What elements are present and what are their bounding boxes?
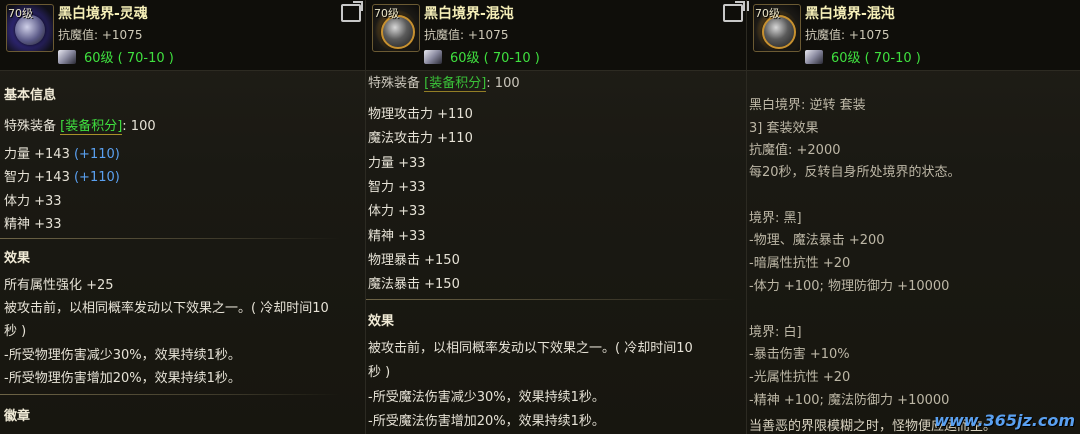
- special-equip-line: 特殊装备 [装备积分]: 100: [368, 72, 520, 92]
- line-label: 特殊装备: [4, 119, 61, 134]
- stat-line: 力量 +143 (+110): [4, 143, 120, 162]
- stat-text: 智力 +143: [4, 170, 74, 185]
- level-badge: 70级: [755, 7, 780, 20]
- stat-line: 精神 +33: [368, 229, 426, 244]
- effect-line: -所受物理伤害减少30%，效果持续1秒。: [4, 348, 241, 363]
- set-line: -精神 +100; 魔法防御力 +10000: [749, 393, 950, 408]
- set-line: -物理、魔法暴击 +200: [749, 233, 885, 248]
- resist-value: 抗魔值: +1075: [58, 28, 143, 42]
- special-equip-line: 特殊装备 [装备积分]: 100: [4, 115, 156, 135]
- stat-line: 魔法攻击力 +110: [368, 131, 473, 146]
- item-icon[interactable]: 70级: [372, 4, 420, 52]
- effect-line: -所受魔法伤害减少30%，效果持续1秒。: [368, 390, 605, 405]
- level-text: 60级 ( 70-10 ): [84, 51, 174, 66]
- stat-line: 物理暴击 +150: [368, 253, 460, 268]
- item-icon[interactable]: 70级: [753, 4, 801, 52]
- gem-icon: [805, 49, 823, 64]
- stat-line: 魔法暴击 +150: [368, 277, 460, 292]
- effect-line: -所受物理伤害增加20%，效果持续1秒。: [4, 371, 241, 386]
- set-line: -光属性抗性 +20: [749, 370, 851, 385]
- section-basic-info: 基本信息: [4, 88, 57, 103]
- effect-line: 所有属性强化 +25: [4, 278, 114, 293]
- line-label: 特殊装备: [368, 76, 425, 91]
- level-row: 60级 ( 70-10 ): [58, 46, 174, 66]
- stat-line: 物理攻击力 +110: [368, 107, 473, 122]
- section-emblem: 徽章: [4, 409, 31, 424]
- stat-line: 体力 +33: [368, 204, 426, 219]
- item-title: 黑白境界-灵魂: [58, 6, 148, 22]
- divider: [0, 394, 340, 395]
- gem-icon: [58, 49, 76, 64]
- set-line: -体力 +100; 物理防御力 +10000: [749, 279, 950, 294]
- item-tooltip-linghun: 70级 黑白境界-灵魂 抗魔值: +1075 60级 ( 70-10 ) 基本信…: [0, 0, 365, 434]
- line-value: : 100: [486, 76, 520, 91]
- stat-line: 体力 +33: [4, 194, 62, 209]
- level-row: 60级 ( 70-10 ): [805, 46, 921, 66]
- stat-line: 智力 +33: [368, 180, 426, 195]
- stat-bonus: (+110): [73, 147, 120, 162]
- item-icon[interactable]: 70级: [6, 4, 54, 52]
- level-text: 60级 ( 70-10 ): [450, 51, 540, 66]
- set-line: -暴击伤害 +10%: [749, 347, 850, 362]
- share-icon[interactable]: [723, 1, 745, 22]
- tooltip-header: 70级 黑白境界-灵魂 抗魔值: +1075 60级 ( 70-10 ): [0, 0, 365, 71]
- tooltip-header: 70级 黑白境界-混沌 抗魔值: +1075 60级 ( 70-10 ): [747, 0, 1080, 71]
- effect-line: 被攻击前，以相同概率发动以下效果之一。( 冷却时间10: [4, 301, 329, 316]
- level-text: 60级 ( 70-10 ): [831, 51, 921, 66]
- resist-value: 抗魔值: +1075: [805, 28, 890, 42]
- divider: [0, 238, 340, 239]
- share-icon[interactable]: [747, 1, 749, 11]
- divider: [366, 299, 736, 300]
- item-tooltip-hundun-2: 70级 黑白境界-混沌 抗魔值: +1075 60级 ( 70-10 ) 黑白境…: [746, 0, 1080, 434]
- effect-line: 被攻击前，以相同概率发动以下效果之一。( 冷却时间10: [368, 341, 693, 356]
- line-value: : 100: [122, 119, 156, 134]
- tooltip-header: 70级 黑白境界-混沌 抗魔值: +1075 60级 ( 70-10 ): [366, 0, 747, 71]
- equip-score-tag[interactable]: [装备积分]: [424, 76, 487, 92]
- effect-line: -所受魔法伤害增加20%，效果持续1秒。: [368, 414, 605, 429]
- resist-value: 抗魔值: +1075: [424, 28, 509, 42]
- set-effect-header: 3] 套装效果: [749, 121, 819, 136]
- set-name: 黑白境界: 逆转 套装: [749, 98, 866, 113]
- stat-line: 力量 +33: [368, 156, 426, 171]
- set-line: -暗属性抗性 +20: [749, 256, 851, 271]
- stat-bonus: (+110): [73, 170, 120, 185]
- level-badge: 70级: [8, 7, 33, 20]
- item-title: 黑白境界-混沌: [424, 6, 514, 22]
- level-row: 60级 ( 70-10 ): [424, 46, 540, 66]
- effect-line: 秒 ): [4, 324, 27, 339]
- stat-line: 智力 +143 (+110): [4, 166, 120, 185]
- set-line: 每20秒，反转自身所处境界的状态。: [749, 165, 961, 180]
- watermark: www.365jz.com: [934, 411, 1075, 430]
- state-black-header: 境界: 黑]: [749, 211, 802, 226]
- gem-icon: [424, 49, 442, 64]
- stat-text: 力量 +143: [4, 147, 74, 162]
- section-effect: 效果: [4, 251, 31, 266]
- stat-line: 精神 +33: [4, 217, 62, 232]
- state-white-header: 境界: 白]: [749, 325, 802, 340]
- item-title: 黑白境界-混沌: [805, 6, 895, 22]
- set-line: 抗魔值: +2000: [749, 143, 841, 158]
- equip-score-tag[interactable]: [装备积分]: [60, 119, 123, 135]
- level-badge: 70级: [374, 7, 399, 20]
- item-tooltip-hundun-1: 特殊装备 [装备积分]: 100 70级 黑白境界-混沌 抗魔值: +1075 …: [365, 0, 747, 434]
- section-effect: 效果: [368, 314, 395, 329]
- effect-line: 秒 ): [368, 365, 391, 380]
- share-icon[interactable]: [341, 1, 363, 22]
